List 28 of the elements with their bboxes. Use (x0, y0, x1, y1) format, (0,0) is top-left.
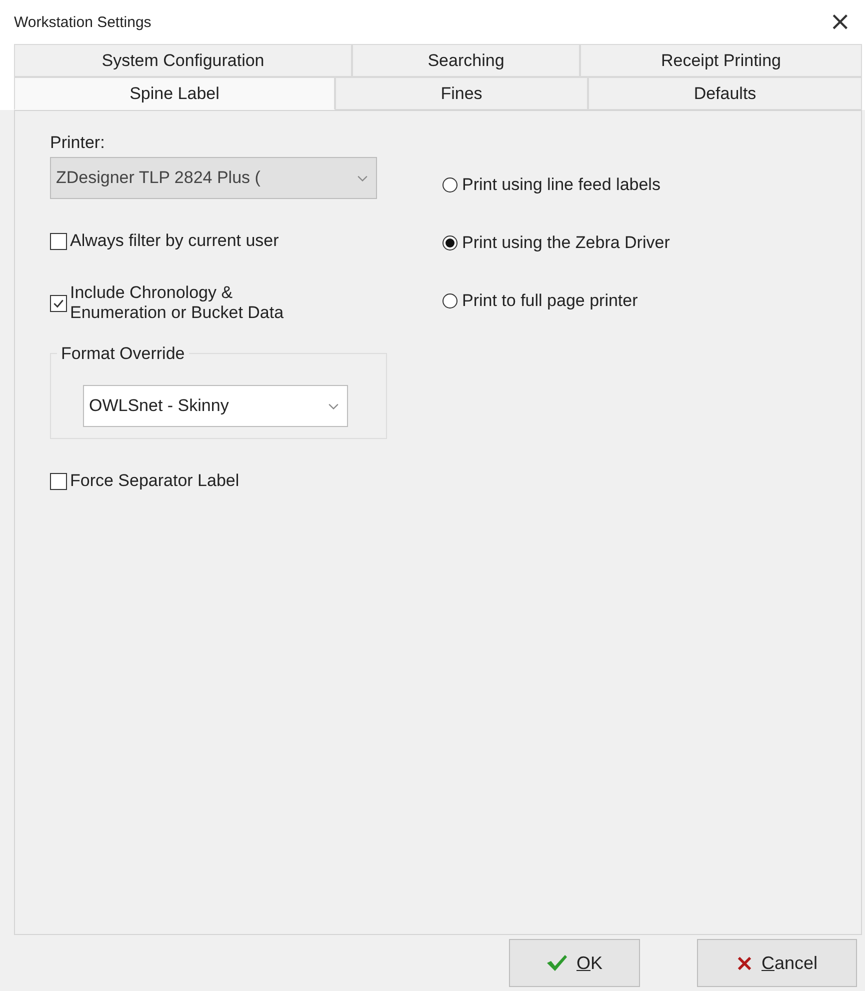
format-dropdown[interactable]: OWLSnet - Skinny (83, 385, 348, 427)
checkbox-label[interactable]: Force Separator Label (70, 471, 240, 491)
checkbox-label[interactable]: Include Chronology & Enumeration or Bucket Data (70, 283, 284, 323)
tab[interactable]: Spine Label (14, 77, 335, 110)
printer-label: Printer: (50, 133, 105, 153)
ok-button[interactable]: OK (509, 939, 640, 987)
tab[interactable]: Fines (335, 77, 588, 110)
tab[interactable]: Searching (352, 44, 580, 77)
cancel-button[interactable]: Cancel (697, 939, 857, 987)
close-icon (736, 954, 754, 972)
tab[interactable]: Receipt Printing (580, 44, 862, 77)
checkmark-icon (546, 954, 568, 972)
radio-label[interactable]: Print using line feed labels (462, 175, 660, 195)
radio-label[interactable]: Print using the Zebra Driver (462, 233, 670, 253)
checkbox[interactable] (50, 294, 67, 312)
checkbox[interactable] (50, 232, 67, 250)
radio-button[interactable] (442, 235, 458, 251)
checkbox[interactable] (50, 472, 67, 490)
close-button[interactable]: × (825, 7, 855, 37)
window-title: Workstation Settings (14, 14, 152, 30)
radio-label[interactable]: Print to full page printer (462, 291, 638, 311)
radio-button[interactable] (442, 293, 458, 309)
tab[interactable]: Defaults (588, 77, 862, 110)
checkbox-label[interactable]: Always filter by current user (70, 231, 279, 251)
tab[interactable]: System Configuration (14, 44, 352, 77)
chevron-icon (357, 174, 368, 182)
chevron-icon (328, 402, 339, 410)
radio-button[interactable] (442, 177, 458, 193)
